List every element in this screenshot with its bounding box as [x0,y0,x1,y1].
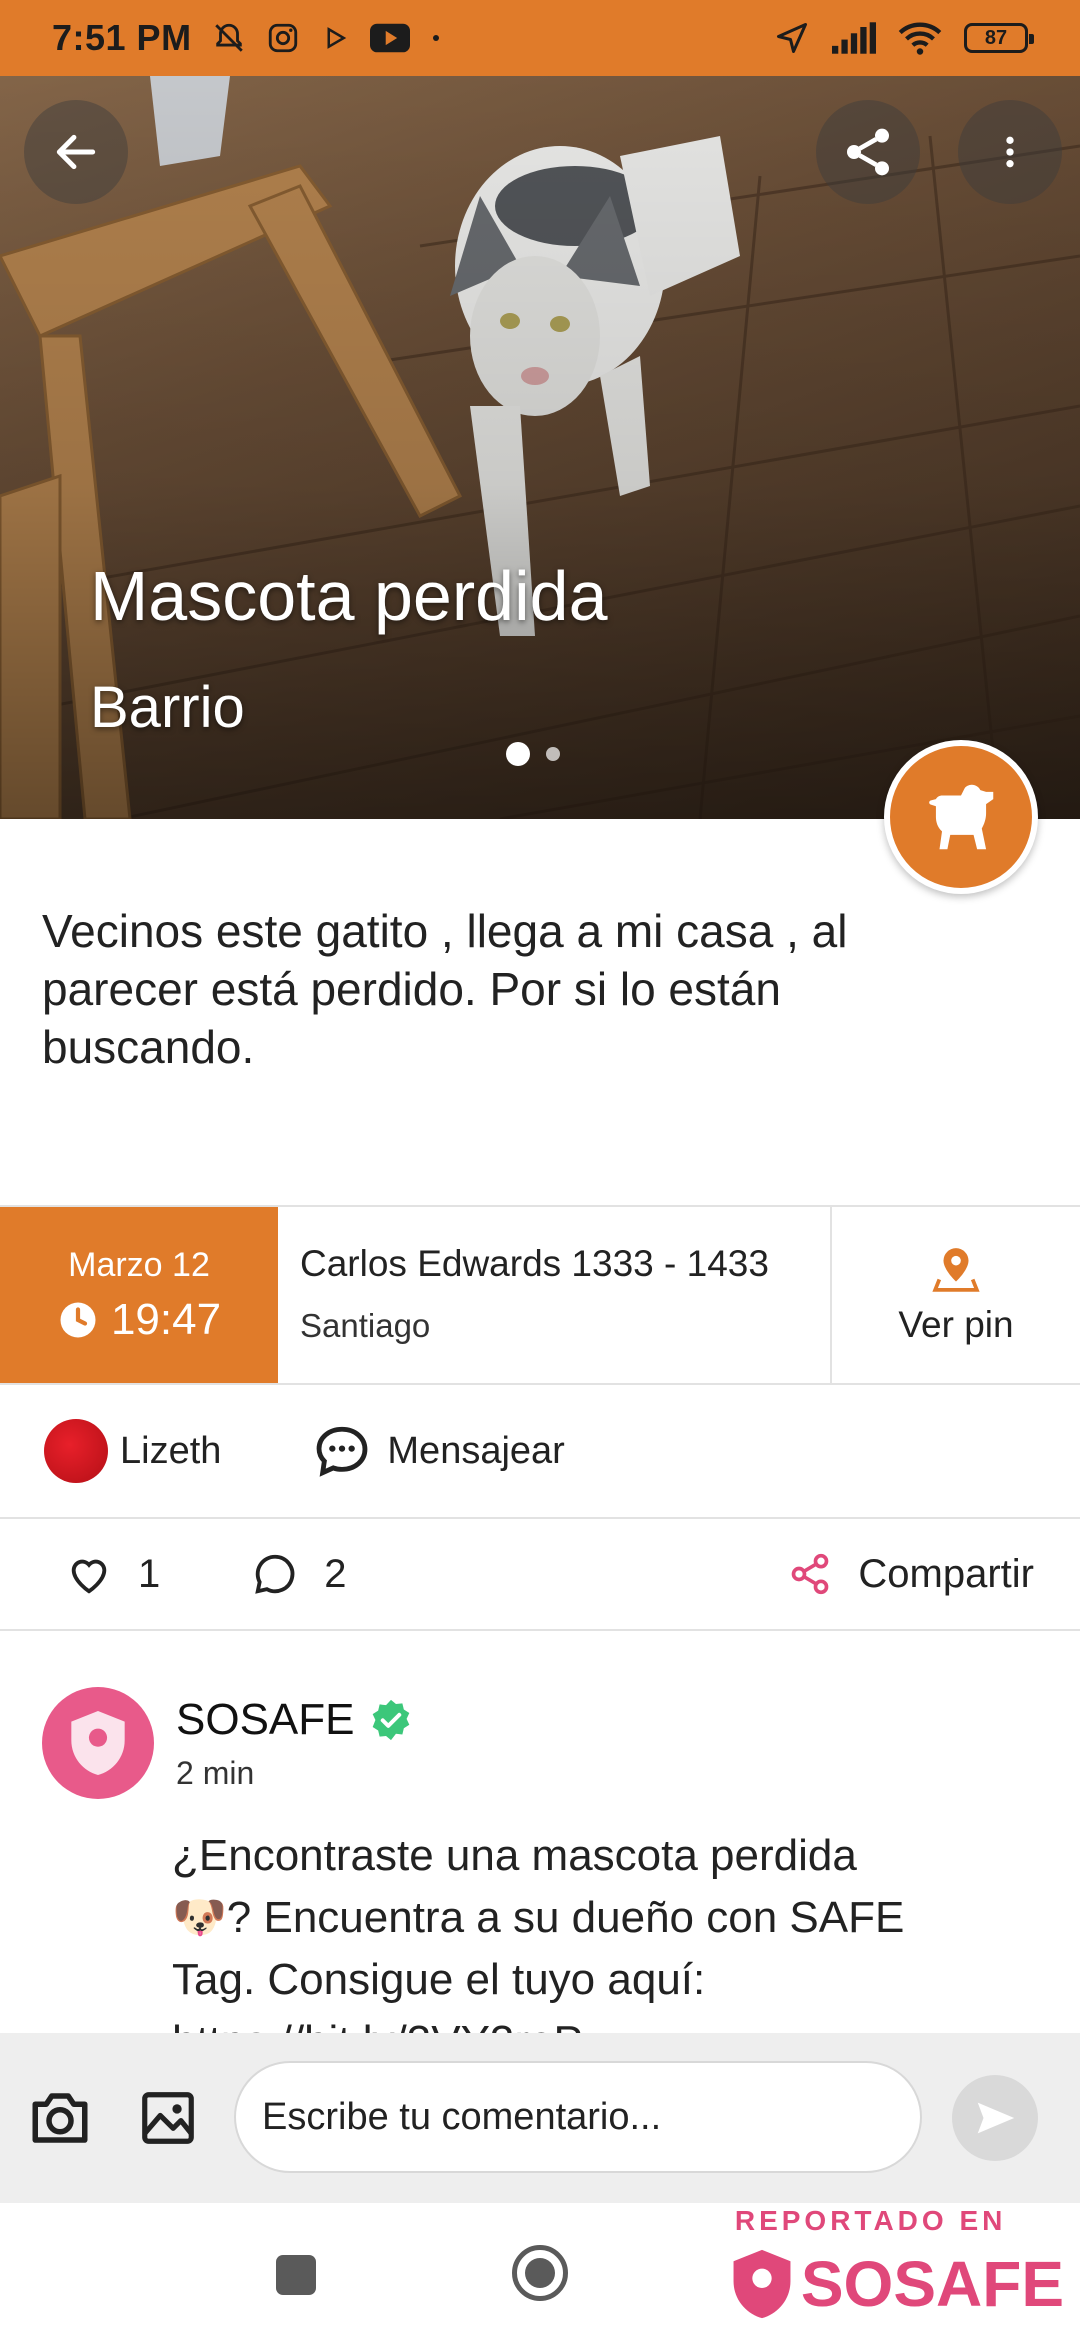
bell-off-icon [214,23,243,52]
comment-input-bar: Escribe tu comentario... [0,2033,1080,2203]
dog-icon [929,784,994,850]
status-right-icons: 87 [774,20,1034,56]
address-street: Carlos Edwards 1333 - 1433 [300,1243,769,1284]
youtube-icon [369,23,410,53]
location-arrow-icon [777,23,807,53]
comment-text: ¿Encontraste una mascota perdida 🐶? Encu… [172,1831,905,2033]
arrow-left-icon [56,134,96,170]
date-box: Marzo 12 19:47 [0,1207,278,1383]
reported-watermark: REPORTADO EN SOSAFE [727,2205,1064,2321]
post-time-wrap: 19:47 [57,1295,221,1345]
recent-apps-button[interactable] [276,2255,316,2295]
send-button[interactable] [952,2075,1038,2161]
comment-author[interactable]: SOSAFE [176,1695,355,1745]
chat-bubble-icon [317,1426,368,1477]
home-button[interactable] [512,2245,568,2301]
comment-count: 2 [324,1551,347,1596]
status-bar: 7:51 PM 87 [0,0,1080,76]
comment-time: 2 min [176,1755,255,1791]
comment-author-row: SOSAFE [176,1695,413,1745]
play-icon [327,27,346,49]
watermark-brand: SOSAFE [727,2247,1064,2321]
battery-level: 87 [984,26,1008,49]
verified-badge-icon [372,1699,409,1741]
comment-icon [255,1554,295,1594]
camera-icon [32,2093,88,2143]
post-time: 19:47 [110,1294,222,1344]
like-button[interactable]: 1 [66,1551,160,1597]
post-category: Barrio [90,675,245,740]
clock-icon [60,1302,96,1337]
address-city: Santiago [300,1307,431,1344]
instagram-icon [268,23,297,53]
back-button[interactable] [24,100,128,204]
message-button[interactable]: Mensajear [313,1422,565,1480]
post-date: Marzo 12 [68,1245,210,1284]
battery-icon: 87 [964,23,1034,53]
hero-image-carousel[interactable]: Mascota perdida Barrio [0,76,1080,819]
share-label: Compartir [858,1551,1034,1596]
status-left-icons [212,21,442,55]
comment-item: SOSAFE 2 min ¿Encontraste una mascota pe… [0,1631,1080,2033]
carousel-dot-active [506,742,530,766]
avatar[interactable] [44,1419,108,1483]
camera-button[interactable] [20,2078,100,2158]
shield-icon [71,1711,125,1775]
more-options-button[interactable] [958,100,1062,204]
signal-icon [832,22,876,54]
watermark-brand-text: SOSAFE [800,2248,1064,2320]
post-info-row: Marzo 12 19:47 Carlos Edwards 1333 - 143… [0,1205,1080,1385]
share-icon [847,128,889,176]
like-count: 1 [138,1551,161,1596]
gallery-button[interactable] [128,2078,208,2158]
author-row: Lizeth Mensajear [0,1385,1080,1519]
view-pin-button[interactable]: Ver pin [832,1207,1080,1383]
comment-input-placeholder: Escribe tu comentario... [262,2095,662,2138]
carousel-indicator [506,742,560,766]
map-pin-icon [932,1248,980,1292]
status-time: 7:51 PM [52,17,192,58]
address-box: Carlos Edwards 1333 - 1433 Santiago [278,1207,832,1383]
author-name[interactable]: Lizeth [120,1430,221,1473]
dot-icon [432,35,439,41]
wifi-icon [898,22,942,55]
comments-button[interactable]: 2 [252,1551,347,1597]
image-icon [142,2092,194,2144]
view-pin-label: Ver pin [898,1304,1014,1345]
share-icon [792,1553,829,1595]
carousel-dot [546,747,560,761]
send-icon [977,2102,1015,2134]
action-row: 1 2 Compartir [0,1519,1080,1631]
heart-icon [71,1559,107,1594]
more-vertical-icon [1006,136,1014,168]
comment-input[interactable]: Escribe tu comentario... [234,2061,922,2173]
watermark-reported: REPORTADO EN [734,2205,1007,2236]
shield-logo-icon [733,2249,791,2319]
post-title: Mascota perdida [90,557,608,635]
message-label: Mensajear [387,1429,565,1472]
sosafe-logo [42,1687,154,1799]
share-top-button[interactable] [816,100,920,204]
post-description: Vecinos este gatito , llega a mi casa , … [42,905,848,1073]
share-button[interactable]: Compartir [788,1552,1034,1597]
home-dot [525,2258,555,2288]
pet-category-badge[interactable] [884,740,1038,894]
